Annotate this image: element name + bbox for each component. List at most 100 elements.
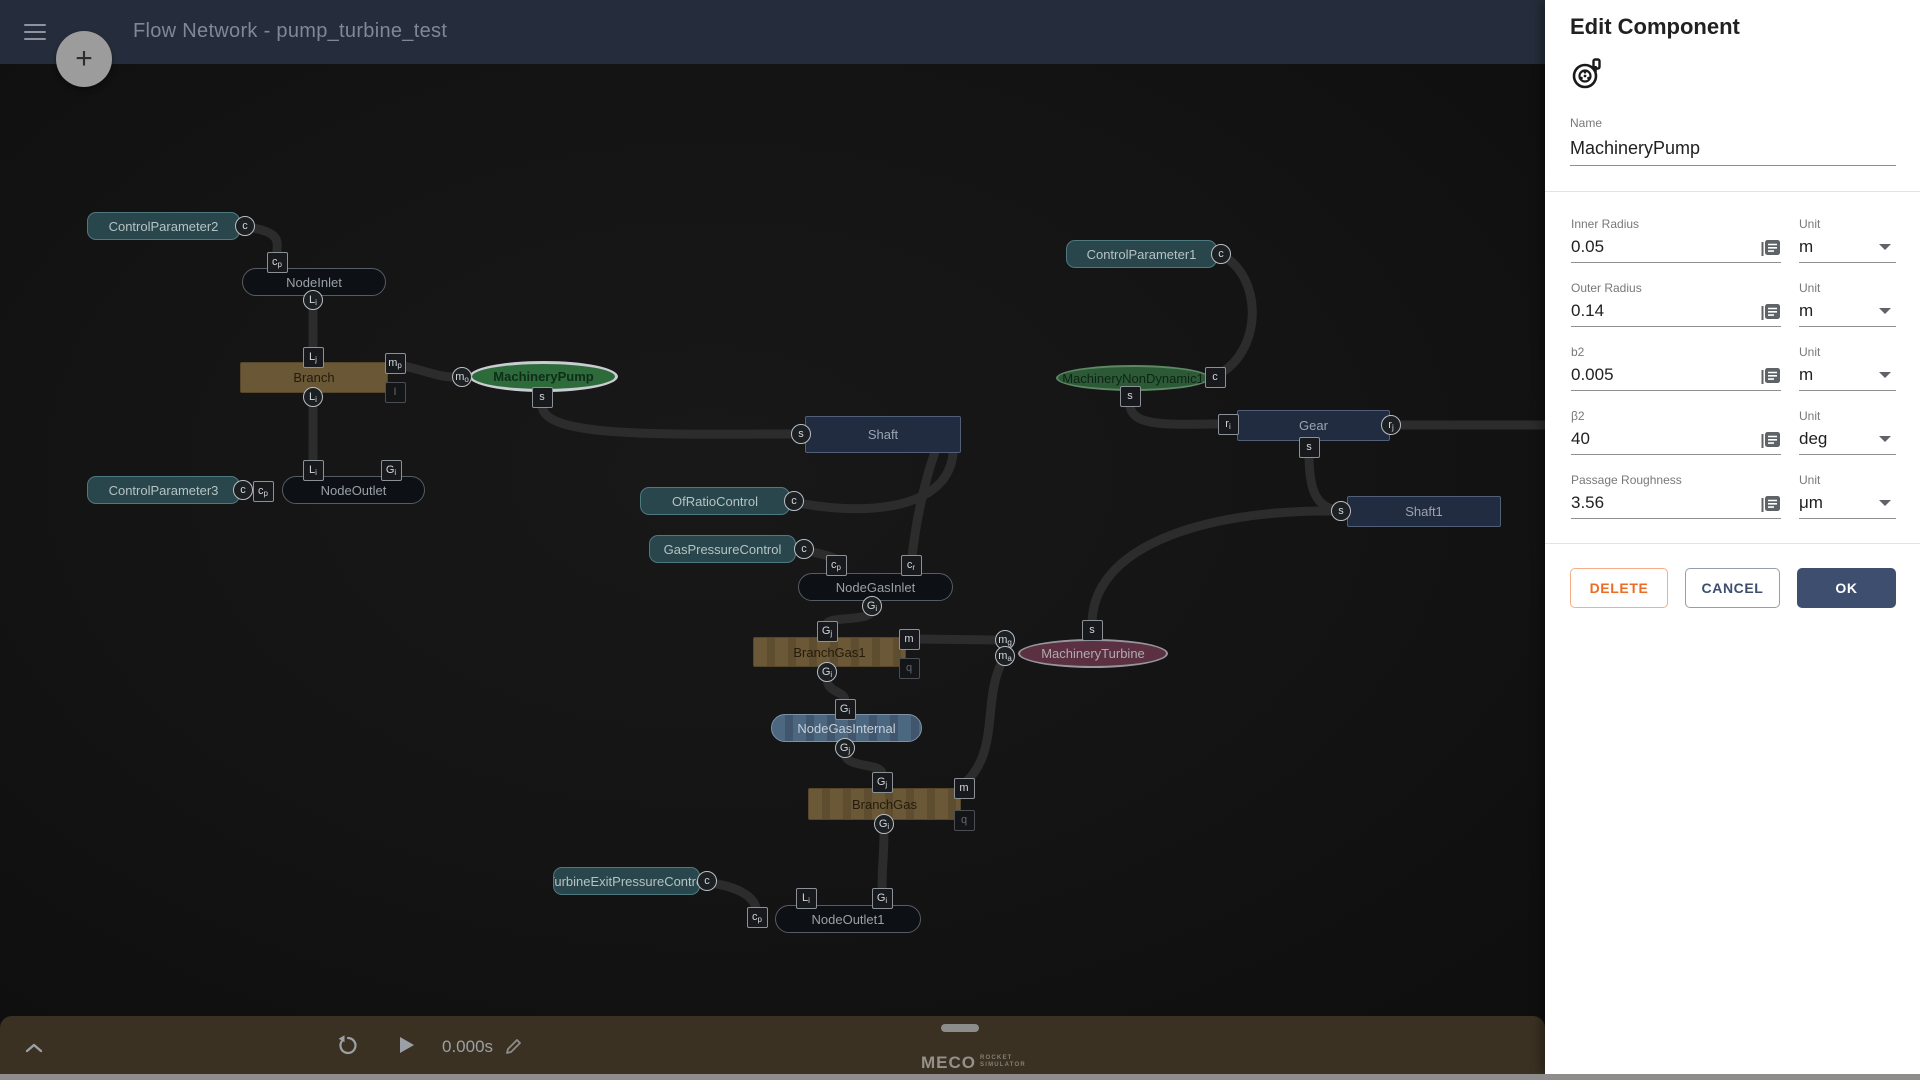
- chevron-down-icon[interactable]: [1879, 436, 1891, 442]
- expression-icon[interactable]: [1759, 493, 1781, 515]
- port-pump-s[interactable]: s: [532, 387, 553, 408]
- edge-pump-to-shaft[interactable]: [542, 405, 791, 434]
- unit-select[interactable]: m: [1799, 301, 1813, 321]
- field-input[interactable]: 0.14: [1571, 301, 1604, 321]
- port-branchgas-gi[interactable]: Gi: [874, 814, 894, 834]
- port-branch-li[interactable]: Li: [303, 387, 323, 407]
- port-branchgas-m[interactable]: m: [954, 778, 975, 799]
- unit-select[interactable]: μm: [1799, 493, 1823, 513]
- cancel-button[interactable]: CANCEL: [1685, 568, 1780, 608]
- port-pump-mo[interactable]: mo: [452, 367, 472, 387]
- edge-turbine-to-shaft1[interactable]: [1092, 511, 1332, 624]
- edge-branch-to-pump[interactable]: [400, 365, 452, 377]
- edge-branchgas-to-turbine[interactable]: [966, 660, 1003, 782]
- port-branchgas1-q[interactable]: q: [899, 658, 920, 679]
- edge-gear-to-shaft1[interactable]: [1309, 453, 1332, 509]
- menu-icon[interactable]: [24, 24, 46, 40]
- flow-network-canvas[interactable]: ControlParameter2NodeInletBranchControlP…: [0, 0, 1545, 1080]
- add-component-button[interactable]: +: [56, 31, 112, 87]
- node-turbine-exit-pressure-control[interactable]: TurbineExitPressureControl: [553, 867, 700, 895]
- unit-select[interactable]: deg: [1799, 429, 1827, 449]
- expression-icon[interactable]: [1759, 365, 1781, 387]
- port-nodeoutlet1-li[interactable]: Li: [796, 888, 817, 909]
- field-label: Passage Roughness: [1571, 473, 1682, 487]
- unit-select[interactable]: m: [1799, 237, 1813, 257]
- port-gear-ri[interactable]: ri: [1218, 414, 1239, 435]
- port-branchgas1-m[interactable]: m: [899, 629, 920, 650]
- node-control-parameter2[interactable]: ControlParameter2: [87, 212, 240, 240]
- port-nodegasinlet-gi[interactable]: Gi: [862, 596, 882, 616]
- expression-icon[interactable]: [1759, 429, 1781, 451]
- unit-select[interactable]: m: [1799, 365, 1813, 385]
- node-machinery-turbine[interactable]: MachineryTurbine: [1018, 639, 1168, 668]
- bottom-scrollbar[interactable]: [0, 1074, 1920, 1080]
- reset-icon[interactable]: [336, 1033, 360, 1057]
- expression-icon[interactable]: [1759, 301, 1781, 323]
- port-branch-i[interactable]: I: [385, 382, 406, 403]
- node-gas-pressure-control[interactable]: GasPressureControl: [649, 535, 796, 563]
- port-branchgas1-gj[interactable]: Gj: [817, 621, 838, 642]
- chevron-down-icon[interactable]: [1879, 372, 1891, 378]
- port-nodeinlet-li[interactable]: Li: [303, 290, 323, 310]
- port-gaspressure-c[interactable]: c: [794, 539, 814, 559]
- edit-time-icon[interactable]: [505, 1037, 523, 1055]
- chevron-down-icon[interactable]: [1879, 500, 1891, 506]
- node-shaft[interactable]: Shaft: [805, 416, 961, 453]
- port-mnd1-s[interactable]: s: [1120, 386, 1141, 407]
- port-nodeoutlet1-gi[interactable]: Gi: [872, 888, 893, 909]
- divider: [1545, 543, 1920, 544]
- port-nodegasinlet-cr[interactable]: cr: [901, 555, 922, 576]
- port-gear-s[interactable]: s: [1299, 437, 1320, 458]
- port-turbine-s[interactable]: s: [1082, 620, 1103, 641]
- node-of-ratio-control[interactable]: OfRatioControl: [640, 487, 790, 515]
- chevron-down-icon[interactable]: [1879, 308, 1891, 314]
- port-nodeoutlet-cp[interactable]: cp: [253, 481, 274, 502]
- field-input[interactable]: 0.05: [1571, 237, 1604, 257]
- port-mnd1-c[interactable]: c: [1205, 367, 1226, 388]
- port-gear-rj[interactable]: rj: [1381, 415, 1401, 435]
- port-nodeoutlet1-cp[interactable]: cp: [747, 907, 768, 928]
- node-control-parameter3[interactable]: ControlParameter3: [87, 476, 240, 504]
- ok-button[interactable]: OK: [1797, 568, 1896, 608]
- port-tepc-c[interactable]: c: [697, 871, 717, 891]
- port-nodeinlet-cp[interactable]: cp: [267, 252, 288, 273]
- port-nodegasinlet-cp[interactable]: cp: [826, 555, 847, 576]
- port-nodeoutlet-gi[interactable]: Gi: [381, 460, 402, 481]
- drag-handle[interactable]: [941, 1024, 979, 1032]
- chevron-down-icon[interactable]: [1879, 244, 1891, 250]
- port-branchgas-q[interactable]: q: [954, 810, 975, 831]
- unit-label: Unit: [1799, 281, 1820, 295]
- delete-button[interactable]: DELETE: [1570, 568, 1668, 608]
- port-branch-mp[interactable]: mp: [385, 353, 406, 374]
- port-ofratio-c[interactable]: c: [784, 491, 804, 511]
- port-branch-lj[interactable]: Lj: [303, 347, 324, 368]
- port-shaft1-s[interactable]: s: [1331, 501, 1351, 521]
- port-cp1-c[interactable]: c: [1211, 244, 1231, 264]
- port-nodeoutlet-li[interactable]: Li: [303, 460, 324, 481]
- collapse-chevron-icon[interactable]: [24, 1042, 44, 1054]
- port-turbine-ma[interactable]: ma: [995, 646, 1015, 666]
- field-input[interactable]: 3.56: [1571, 493, 1604, 513]
- play-icon[interactable]: [396, 1035, 416, 1055]
- node-shaft1[interactable]: Shaft1: [1347, 496, 1501, 527]
- port-shaft-s[interactable]: s: [791, 424, 811, 444]
- field-input[interactable]: 0.005: [1571, 365, 1614, 385]
- name-field-input[interactable]: MachineryPump: [1570, 138, 1700, 159]
- expression-icon[interactable]: [1759, 237, 1781, 259]
- node-node-outlet1[interactable]: NodeOutlet1: [775, 905, 921, 933]
- field-input[interactable]: 40: [1571, 429, 1590, 449]
- port-nodegasinternal-gi[interactable]: Gi: [835, 699, 856, 720]
- edge-branchgas-to-nodeoutlet1[interactable]: [882, 829, 884, 890]
- edge-tepc-to-nodeoutlet1[interactable]: [711, 883, 756, 908]
- port-cp3-c[interactable]: c: [233, 480, 253, 500]
- panel-title: Edit Component: [1570, 14, 1740, 40]
- port-branchgas1-gi[interactable]: Gi: [817, 662, 837, 682]
- meco-logo: MECO ROCKETSIMULATOR: [921, 1053, 1026, 1073]
- node-control-parameter1[interactable]: ControlParameter1: [1066, 240, 1217, 268]
- port-cp2-c[interactable]: c: [235, 216, 255, 236]
- edge-branchgas1-to-turbine[interactable]: [915, 639, 999, 640]
- edge-cp1-to-mnd1[interactable]: [1221, 257, 1252, 373]
- port-nodegasinternal-gj[interactable]: Gj: [835, 738, 855, 758]
- edge-mnd1-to-gear[interactable]: [1130, 404, 1218, 424]
- port-branchgas-gj[interactable]: Gj: [872, 772, 893, 793]
